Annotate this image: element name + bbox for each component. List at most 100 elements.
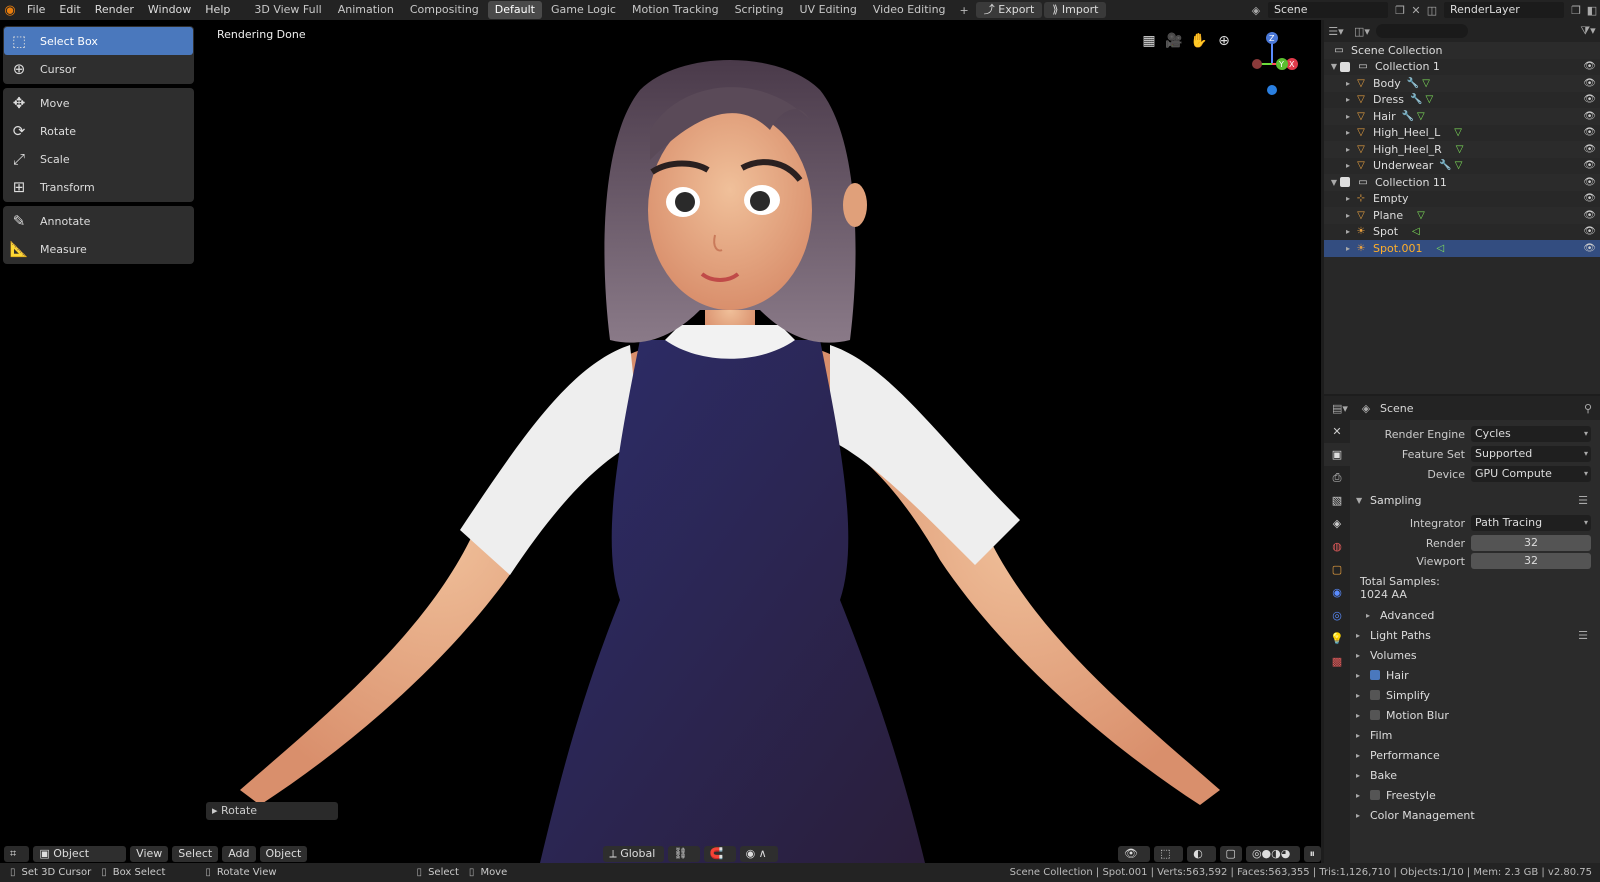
tool-transform[interactable]: ⊞ Transform: [4, 173, 193, 201]
menu-window[interactable]: Window: [141, 0, 198, 20]
pan-hand-icon[interactable]: ✋: [1188, 30, 1210, 52]
gizmo-toggle-icon[interactable]: ⬚ ▾: [1154, 846, 1184, 862]
add-workspace-icon[interactable]: +: [955, 4, 974, 17]
scene-name-field[interactable]: Scene: [1268, 2, 1388, 18]
device-select[interactable]: GPU Compute ▾: [1471, 466, 1591, 482]
visibility-eye-icon[interactable]: 👁: [1583, 61, 1596, 72]
section-enable-checkbox[interactable]: [1370, 670, 1380, 680]
section-bake[interactable]: ▸ Bake: [1350, 765, 1600, 785]
mesh-data-icon[interactable]: ▽: [1455, 160, 1463, 171]
section-color-management[interactable]: ▸ Color Management: [1350, 805, 1600, 825]
select-menu[interactable]: Select: [172, 846, 219, 862]
modifier-tab-icon[interactable]: ◉: [1324, 581, 1350, 604]
modifier-wrench-icon[interactable]: 🔧: [1407, 78, 1419, 89]
outliner-row-spot-001[interactable]: ▸ ☀ Spot.001 ◁ 👁: [1324, 240, 1600, 257]
visibility-eye-icon[interactable]: 👁: [1583, 78, 1596, 89]
display-mode-icon[interactable]: ◫▾: [1354, 23, 1370, 39]
expand-arrow-icon[interactable]: ▸: [1342, 79, 1354, 88]
exclude-checkbox[interactable]: [1340, 177, 1350, 188]
mesh-data-icon[interactable]: ▽: [1422, 78, 1430, 89]
modifier-wrench-icon[interactable]: 🔧: [1402, 111, 1414, 122]
texture-tab-icon[interactable]: ▩: [1324, 650, 1350, 673]
tool-cursor[interactable]: ⊕ Cursor: [4, 55, 193, 83]
properties-editor-type-icon[interactable]: ▤▾: [1332, 400, 1348, 416]
outliner-row-spot[interactable]: ▸ ☀ Spot ◁ 👁: [1324, 224, 1600, 241]
presets-list-icon[interactable]: ☰: [1578, 494, 1588, 507]
mesh-data-icon[interactable]: ▽: [1454, 127, 1462, 138]
workspace-tab-compositing[interactable]: Compositing: [403, 1, 486, 19]
outliner-row-hair[interactable]: ▸ ▽ Hair 🔧 ▽ 👁: [1324, 108, 1600, 125]
scene-tab-icon[interactable]: ◈: [1324, 512, 1350, 535]
visibility-eye-icon[interactable]: 👁: [1583, 243, 1596, 254]
tool-move[interactable]: ✥ Move: [4, 89, 193, 117]
integrator-select[interactable]: Path Tracing ▾: [1471, 515, 1591, 531]
visibility-icon[interactable]: 👁 ▾: [1118, 846, 1151, 862]
section-performance[interactable]: ▸ Performance: [1350, 745, 1600, 765]
workspace-tab-video-editing[interactable]: Video Editing: [866, 1, 953, 19]
gizmo-neg-x-axis[interactable]: [1252, 59, 1262, 69]
render-engine-select[interactable]: Cycles ▾: [1471, 426, 1591, 442]
view-layer-field[interactable]: RenderLayer: [1444, 2, 1564, 18]
scene-selector-icon[interactable]: ◈: [1248, 2, 1264, 18]
overlay-toggle-icon[interactable]: ◐ ▾: [1187, 846, 1216, 862]
outliner-search-input[interactable]: [1376, 24, 1468, 38]
camera-view-icon[interactable]: 🎥: [1163, 30, 1185, 52]
new-view-layer-icon[interactable]: ❐: [1568, 2, 1584, 18]
object-menu[interactable]: Object: [259, 846, 308, 862]
navigation-gizmo[interactable]: Z X Y: [1237, 26, 1307, 98]
advanced-subsection[interactable]: ▸ Advanced: [1350, 605, 1600, 625]
outliner-row-collection-1[interactable]: ▼ ▭ Collection 1 👁: [1324, 59, 1600, 76]
section-volumes[interactable]: ▸ Volumes: [1350, 645, 1600, 665]
outliner-row-plane[interactable]: ▸ ▽ Plane ▽ 👁: [1324, 207, 1600, 224]
blender-logo-icon[interactable]: ◉: [0, 0, 20, 20]
pause-render-icon[interactable]: ⏸: [1303, 846, 1321, 862]
light-data-icon[interactable]: ◁: [1412, 226, 1420, 237]
expand-arrow-icon[interactable]: ▸: [1342, 227, 1354, 236]
3d-viewport[interactable]: Rendering Done ⬚ Select Box ⊕ Cursor ✥ Move ⟳ R…: [0, 20, 1321, 863]
new-scene-icon[interactable]: ❐: [1392, 2, 1408, 18]
outliner-editor-type-icon[interactable]: ☰▾: [1328, 23, 1344, 39]
outliner-row-high_heel_l[interactable]: ▸ ▽ High_Heel_L ▽ 👁: [1324, 125, 1600, 142]
view-layer-icon[interactable]: ◫: [1424, 2, 1440, 18]
expand-arrow-icon[interactable]: ▸: [1342, 112, 1354, 121]
modifier-wrench-icon[interactable]: 🔧: [1410, 94, 1422, 105]
section-simplify[interactable]: ▸ Simplify: [1350, 685, 1600, 705]
collapse-arrow-icon[interactable]: ▼: [1328, 62, 1340, 71]
visibility-eye-icon[interactable]: 👁: [1583, 94, 1596, 105]
visibility-eye-icon[interactable]: 👁: [1583, 177, 1596, 188]
mesh-data-icon[interactable]: ▽: [1456, 144, 1464, 155]
section-enable-checkbox[interactable]: [1370, 710, 1380, 720]
pin-icon[interactable]: ⚲: [1580, 400, 1596, 416]
output-tab-icon[interactable]: ⎙: [1324, 466, 1350, 489]
render-tab-icon[interactable]: ▣: [1324, 443, 1350, 466]
workspace-tab-uv-editing[interactable]: UV Editing: [793, 1, 864, 19]
shading-mode-icons[interactable]: ◎●◑◕ ▾: [1245, 846, 1300, 862]
workspace-tab-game-logic[interactable]: Game Logic: [544, 1, 623, 19]
outliner-row-collection-11[interactable]: ▼ ▭ Collection 11 👁: [1324, 174, 1600, 191]
tool-scale[interactable]: ⤢ Scale: [4, 145, 193, 173]
feature-set-select[interactable]: Supported ▾: [1471, 446, 1591, 462]
orientation-selector[interactable]: ⟂ Global ▾: [603, 846, 664, 862]
expand-arrow-icon[interactable]: ▸: [1342, 95, 1354, 104]
outliner-row-dress[interactable]: ▸ ▽ Dress 🔧 ▽ 👁: [1324, 92, 1600, 109]
exclude-checkbox[interactable]: [1340, 61, 1350, 72]
sampling-section-header[interactable]: ▼ Sampling ☰: [1350, 490, 1600, 510]
menu-render[interactable]: Render: [88, 0, 141, 20]
visibility-eye-icon[interactable]: 👁: [1583, 226, 1596, 237]
workspace-tab-3d-view-full[interactable]: 3D View Full: [247, 1, 328, 19]
view-menu[interactable]: View: [130, 846, 169, 862]
delete-scene-icon[interactable]: ✕: [1408, 2, 1424, 18]
expand-arrow-icon[interactable]: ▸: [1342, 145, 1354, 154]
visibility-eye-icon[interactable]: 👁: [1583, 111, 1596, 122]
presets-list-icon[interactable]: ☰: [1578, 629, 1588, 642]
tool-measure[interactable]: 📐 Measure: [4, 235, 193, 263]
menu-edit[interactable]: Edit: [52, 0, 87, 20]
section-motion-blur[interactable]: ▸ Motion Blur: [1350, 705, 1600, 725]
mesh-data-icon[interactable]: ▽: [1417, 210, 1425, 221]
viewport-samples-field[interactable]: 32: [1471, 553, 1591, 569]
visibility-eye-icon[interactable]: 👁: [1583, 210, 1596, 221]
workspace-tab-motion-tracking[interactable]: Motion Tracking: [625, 1, 726, 19]
expand-arrow-icon[interactable]: ▸: [1342, 244, 1354, 253]
import-button[interactable]: ⟫ Import: [1044, 2, 1107, 18]
gizmo-neg-z-axis[interactable]: [1267, 85, 1277, 95]
